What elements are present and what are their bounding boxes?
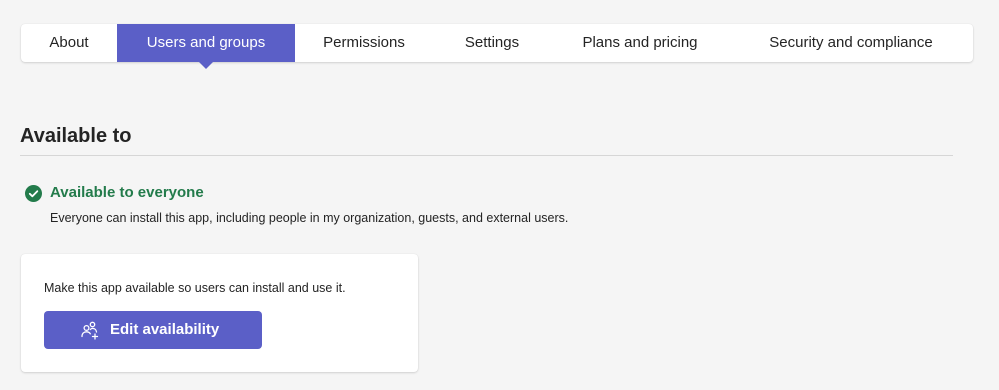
tab-bar: About Users and groups Permissions Setti… — [21, 24, 973, 69]
people-add-icon — [81, 321, 99, 340]
tab-about[interactable]: About — [21, 24, 117, 62]
tab-label: Security and compliance — [769, 34, 933, 51]
availability-card: Make this app available so users can ins… — [21, 254, 418, 372]
availability-description: Everyone can install this app, including… — [50, 211, 569, 225]
card-text: Make this app available so users can ins… — [44, 281, 346, 295]
tab-security-and-compliance[interactable]: Security and compliance — [729, 24, 973, 62]
tab-label: Users and groups — [146, 34, 266, 51]
tab-settings[interactable]: Settings — [433, 24, 551, 62]
section-divider — [20, 155, 953, 156]
tab-label: About — [49, 34, 89, 51]
check-circle-icon — [25, 185, 42, 202]
tab-users-and-groups[interactable]: Users and groups — [117, 24, 295, 69]
tab-label: Permissions — [323, 34, 405, 51]
tab-label: Plans and pricing — [582, 34, 698, 51]
tab-plans-and-pricing[interactable]: Plans and pricing — [551, 24, 729, 62]
tab-label: Settings — [464, 34, 520, 51]
edit-availability-button[interactable]: Edit availability — [44, 311, 262, 349]
edit-availability-label: Edit availability — [110, 321, 220, 338]
availability-label: Available to everyone — [50, 184, 204, 201]
tab-permissions[interactable]: Permissions — [295, 24, 433, 62]
section-title: Available to — [20, 125, 132, 147]
active-tab-indicator — [199, 62, 213, 69]
